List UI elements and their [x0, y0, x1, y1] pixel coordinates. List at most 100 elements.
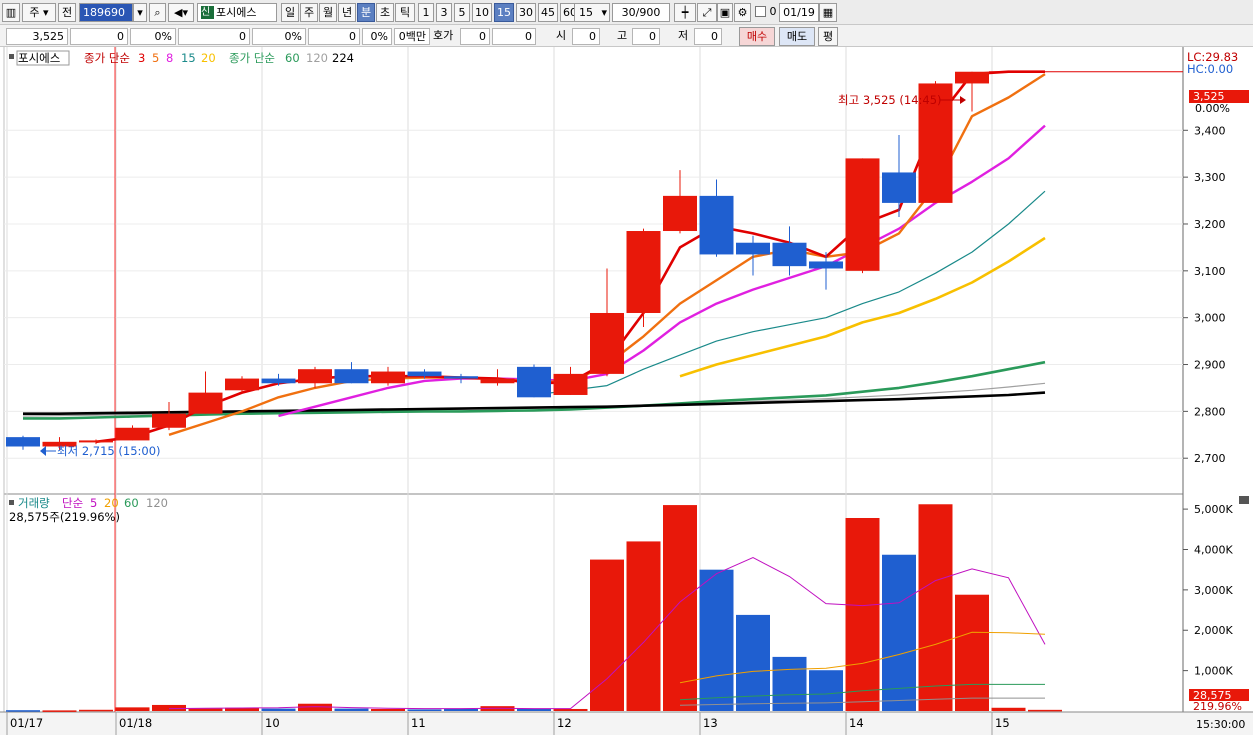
search-icon[interactable]: ⌕: [149, 3, 166, 22]
period-week[interactable]: 주: [300, 3, 318, 22]
pct-tag: 0.00%: [1195, 102, 1230, 115]
legend-ma-short-label: 종가 단순: [84, 51, 130, 65]
volume-pct-tag: 219.96%: [1193, 700, 1242, 713]
interval-30[interactable]: 30: [516, 3, 536, 22]
volume-tick-label: 5,000K: [1194, 503, 1233, 516]
interval-15[interactable]: 15: [494, 3, 514, 22]
date-label: 14: [849, 716, 864, 730]
interval-5[interactable]: 5: [454, 3, 470, 22]
evaluation-button[interactable]: 평: [818, 27, 838, 46]
legend-vol-ma5: 5: [90, 496, 97, 510]
interval-3[interactable]: 3: [436, 3, 452, 22]
candle-body: [809, 261, 843, 269]
period-month[interactable]: 월: [319, 3, 337, 22]
gear-icon[interactable]: ⚙: [734, 3, 751, 22]
price-tick-label: 3,400: [1194, 124, 1226, 137]
date-input[interactable]: 01/19: [779, 3, 819, 22]
buy-button[interactable]: 매수: [739, 27, 775, 46]
date-label: 01/18: [119, 716, 152, 730]
candle-body: [298, 369, 332, 384]
interval-1[interactable]: 1: [418, 3, 434, 22]
candle-body: [590, 312, 624, 374]
volume-bar: [553, 708, 588, 711]
count-value: 30: [621, 6, 636, 19]
volume-tick-label: 4,000K: [1194, 543, 1233, 556]
candle-body: [517, 366, 551, 398]
period-day[interactable]: 일: [281, 3, 299, 22]
calendar-icon[interactable]: ▦: [819, 3, 837, 22]
volume-bar: [407, 709, 442, 711]
legend-ma20: 20: [201, 51, 216, 65]
candle-body: [261, 378, 296, 384]
date-checkbox-label: 0: [769, 5, 777, 18]
interval-select[interactable]: 15 ▾: [574, 3, 610, 22]
low-annotation: 최저 2,715 (15:00): [40, 444, 161, 458]
volume-tick-label: 2,000K: [1194, 624, 1233, 637]
volume-bar: [809, 670, 843, 711]
market-select[interactable]: 주 ▾: [22, 3, 56, 22]
quote-high-label: 고: [617, 29, 628, 42]
date-label: 11: [411, 716, 426, 730]
quote-volume: 0: [178, 28, 250, 45]
period-tick[interactable]: 틱: [395, 3, 415, 22]
count-total: /900: [635, 6, 661, 19]
volume-bar: [918, 504, 953, 711]
count-input[interactable]: 30/900: [612, 3, 670, 22]
quote-amount-unit: 0백만: [394, 28, 430, 45]
candle-body: [334, 369, 369, 384]
pane-resize-icon: [1239, 496, 1249, 504]
period-second[interactable]: 초: [376, 3, 394, 22]
price-tick-label: 3,100: [1194, 265, 1226, 278]
volume-bar: [334, 708, 369, 711]
date-label: 15: [995, 716, 1010, 730]
period-minute[interactable]: 분: [357, 3, 375, 22]
quote-low-label: 저: [678, 29, 689, 42]
quote-amount: 0: [308, 28, 360, 45]
candle-body: [553, 373, 588, 395]
market-mode-button[interactable]: 전: [58, 3, 76, 22]
stock-name-field[interactable]: 신 포시에스: [197, 3, 277, 22]
volume-bar: [699, 569, 734, 711]
candle-body: [626, 231, 661, 313]
price-tick-label: 2,900: [1194, 359, 1226, 372]
candle-body: [225, 378, 259, 391]
volume-tick-label: 1,000K: [1194, 665, 1233, 678]
layout-icon[interactable]: ▥: [2, 3, 20, 22]
price-tick-label: 2,800: [1194, 405, 1226, 418]
legend-ma3: 3: [138, 51, 145, 65]
interval-10[interactable]: 10: [472, 3, 492, 22]
volume-bar: [444, 708, 478, 711]
interval-45[interactable]: 45: [538, 3, 558, 22]
stock-code-input[interactable]: 189690: [79, 3, 133, 22]
candle-body: [882, 172, 916, 203]
save-icon[interactable]: ▣: [717, 3, 733, 22]
drawing-tool-icon[interactable]: ⤢: [697, 3, 717, 22]
legend-volume-current: 28,575주(219.96%): [9, 510, 120, 524]
date-label: 12: [557, 716, 572, 730]
volume-bar: [991, 707, 1026, 711]
sell-button[interactable]: 매도: [779, 27, 815, 46]
candle-type-icon[interactable]: ┿: [674, 3, 696, 22]
period-year[interactable]: 년: [338, 3, 356, 22]
volume-bar: [6, 710, 40, 712]
volume-bar: [626, 541, 661, 711]
date-label: 13: [703, 716, 718, 730]
volume-bar: [79, 709, 113, 712]
legend-volume-ma-label: 단순: [62, 496, 83, 510]
legend-volume-label: 거래량: [18, 496, 50, 510]
code-dropdown-icon[interactable]: ▾: [133, 3, 147, 22]
legend-vol-ma60: 60: [124, 496, 139, 510]
volume-bar: [371, 708, 405, 711]
legend-ma5: 5: [152, 51, 159, 65]
quote-low: 0: [694, 28, 722, 45]
stock-chart[interactable]: 2,700 2,800 2,900 3,000 3,100 3,200 3,300 3,400…: [0, 47, 1253, 735]
quote-bar: 3,525 0 0% 0 0% 0 0% 0백만 호가 0 0 시 0 고 0 …: [0, 25, 1253, 47]
candle-body: [955, 71, 989, 84]
date-checkbox[interactable]: [754, 3, 766, 22]
price-tick-label: 3,000: [1194, 312, 1226, 325]
quote-volume-pct: 0%: [252, 28, 306, 45]
price-tick-label: 3,300: [1194, 171, 1226, 184]
time-tag: 15:30:00: [1196, 718, 1245, 731]
sound-icon[interactable]: ◀▾: [168, 3, 194, 22]
legend-icon: [9, 54, 14, 59]
